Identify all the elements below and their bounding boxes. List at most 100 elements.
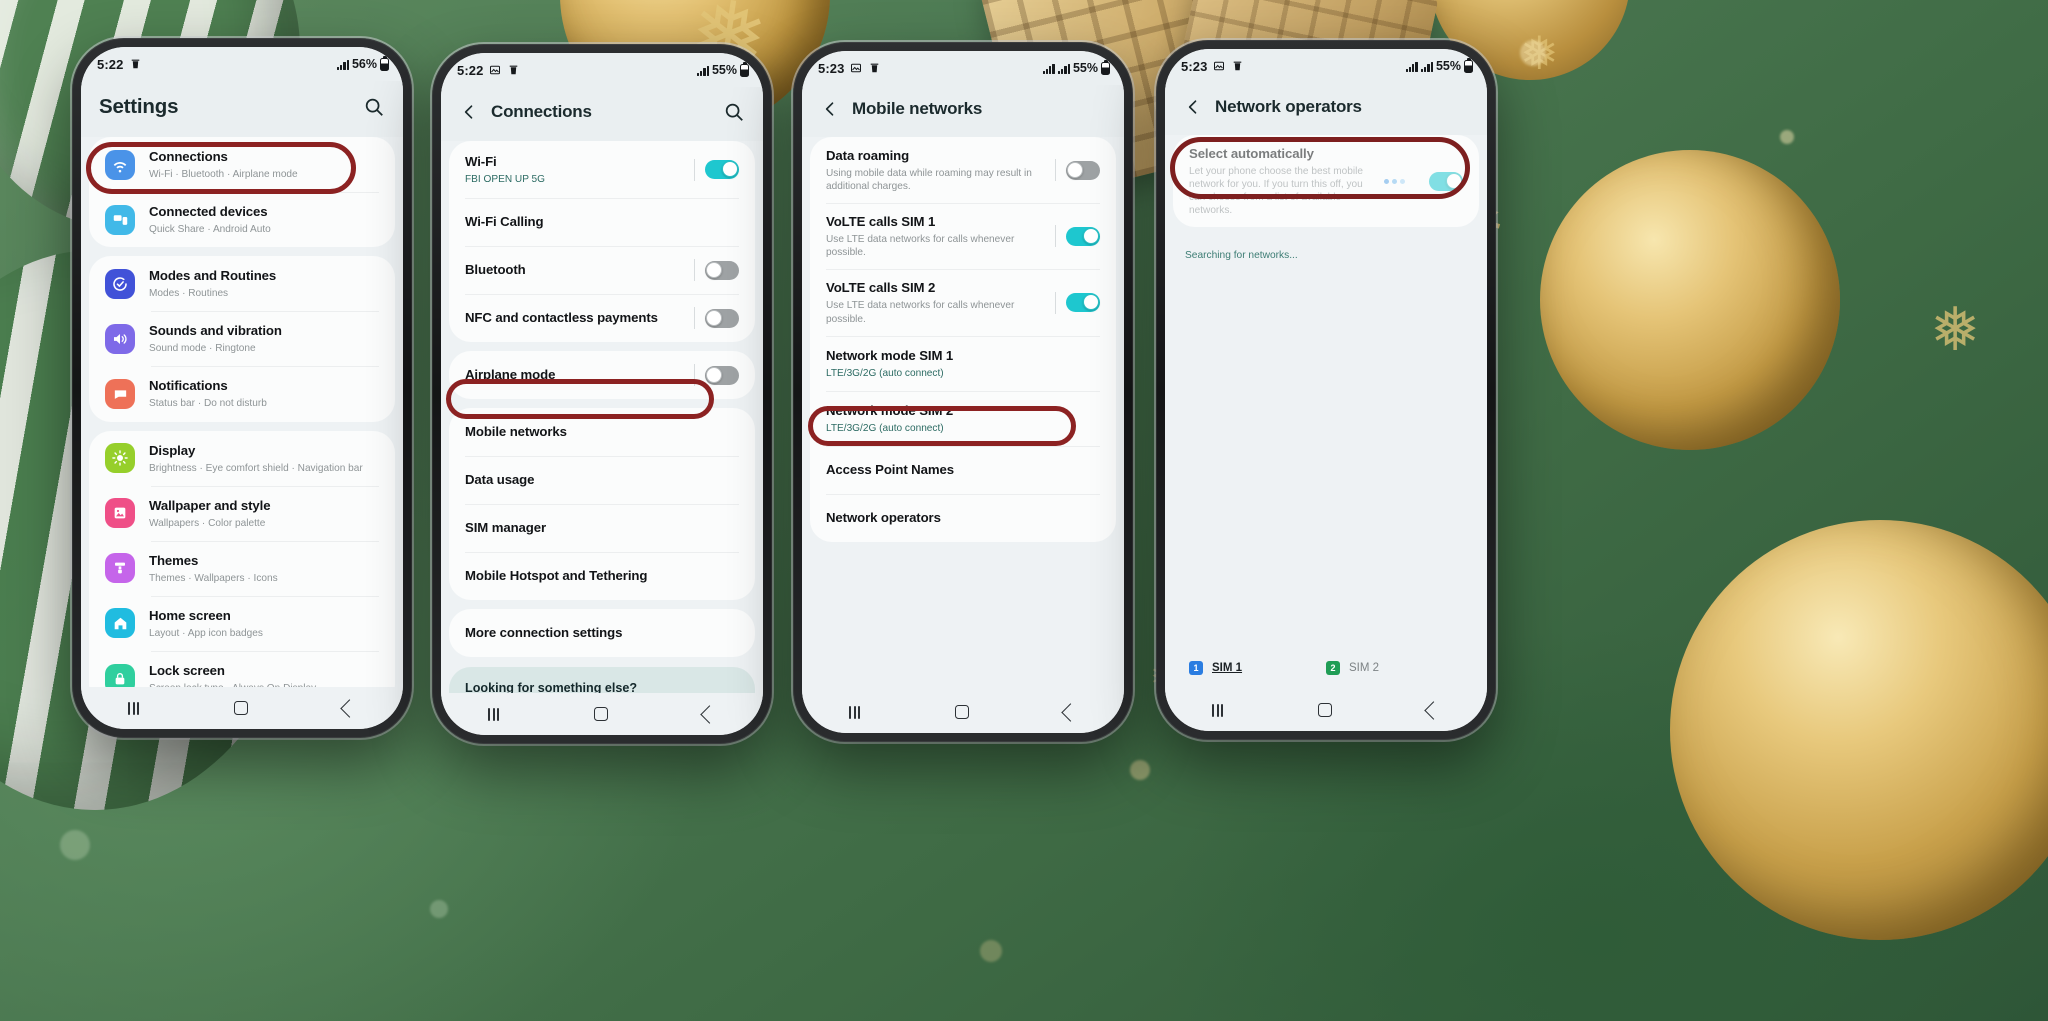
connections-list[interactable]: Wi-Fi FBI OPEN UP 5G Wi-Fi Calling Bluet… [441, 141, 763, 693]
home-icon[interactable] [593, 707, 608, 721]
back-icon[interactable] [339, 698, 359, 718]
list-item-nfc[interactable]: NFC and contactless payments [449, 294, 755, 342]
row-title: NFC and contactless payments [465, 310, 658, 326]
row-title: Themes [149, 552, 199, 568]
loading-spinner-icon [1384, 178, 1405, 184]
sim-2-indicator[interactable]: 2 SIM 2 [1326, 661, 1463, 675]
sidebar-item-home-screen[interactable]: Home screen Layout · App icon badges [89, 595, 395, 651]
divider [694, 259, 695, 282]
divider [1055, 291, 1056, 314]
recents-icon[interactable] [1212, 703, 1224, 717]
search-icon[interactable] [363, 96, 385, 118]
list-item-network-mode-sim2[interactable]: Network mode SIM 2 LTE/3G/2G (auto conne… [810, 390, 1116, 446]
settings-list[interactable]: Connections Wi-Fi · Bluetooth · Airplane… [81, 137, 403, 687]
row-title: Home screen [149, 607, 231, 623]
row-title: Display [149, 442, 196, 458]
phone-mobile-networks: 5:23 55% Mobile networks Data roaming Us… [791, 40, 1135, 744]
list-item-data-usage[interactable]: Data usage [449, 456, 755, 504]
sidebar-item-modes-and-routines[interactable]: Modes and Routines Modes · Routines [89, 256, 395, 311]
row-title: Bluetooth [465, 262, 526, 278]
home-icon[interactable] [1317, 703, 1332, 717]
sim-1-label: SIM 1 [1212, 662, 1243, 674]
list-item-mobile-hotspot[interactable]: Mobile Hotspot and Tethering [449, 552, 755, 600]
list-item-network-operators[interactable]: Network operators [810, 493, 1116, 542]
bokeh-dot [1520, 40, 1546, 66]
back-chevron-icon[interactable] [820, 99, 840, 119]
sidebar-item-notifications[interactable]: Notifications Status bar · Do not distur… [89, 366, 395, 421]
battery-icon [740, 61, 749, 77]
looking-for-something-else-panel: Looking for something else? Samsung Clou… [449, 667, 755, 693]
list-item-wifi-calling[interactable]: Wi-Fi Calling [449, 198, 755, 246]
row-title: Airplane mode [465, 367, 556, 383]
back-icon[interactable] [699, 704, 719, 724]
wallpaper-icon [105, 498, 135, 529]
lock-icon [105, 663, 135, 687]
battery-percent: 55% [1072, 61, 1098, 75]
list-item-volte-sim2[interactable]: VoLTE calls SIM 2 Use LTE data networks … [810, 269, 1116, 335]
phone-connections: 5:22 55% Connections Wi-Fi FBI OPEN UP 5… [430, 42, 774, 746]
sim-1-badge: 1 [1189, 661, 1203, 675]
list-item-airplane-mode[interactable]: Airplane mode [449, 351, 755, 399]
list-item-bluetooth[interactable]: Bluetooth [449, 246, 755, 294]
list-item-network-mode-sim1[interactable]: Network mode SIM 1 LTE/3G/2G (auto conne… [810, 335, 1116, 391]
status-time: 5:22 [457, 62, 484, 78]
volte-sim1-toggle[interactable] [1066, 226, 1100, 246]
sidebar-item-connected-devices[interactable]: Connected devices Quick Share · Android … [89, 192, 395, 247]
row-subtitle: LTE/3G/2G (auto connect) [826, 422, 944, 434]
sidebar-item-lock-screen[interactable]: Lock screen Screen lock type · Always On… [89, 650, 395, 687]
row-title: Modes and Routines [149, 268, 277, 284]
wifi-toggle[interactable] [705, 160, 739, 180]
recents-icon[interactable] [849, 705, 861, 719]
row-title: Wi-Fi [465, 154, 497, 169]
sounds-icon [105, 323, 135, 354]
back-chevron-icon[interactable] [459, 102, 479, 122]
list-item-volte-sim1[interactable]: VoLTE calls SIM 1 Use LTE data networks … [810, 203, 1116, 269]
volte-sim2-toggle[interactable] [1066, 293, 1100, 313]
sidebar-item-wallpaper-and-style[interactable]: Wallpaper and style Wallpapers · Color p… [89, 485, 395, 541]
gallery-icon [850, 62, 862, 74]
signal-bars-icon [336, 59, 349, 70]
sidebar-item-sounds-and-vibration[interactable]: Sounds and vibration Sound mode · Ringto… [89, 311, 395, 366]
nav-bar [1165, 689, 1487, 731]
battery-percent: 55% [1435, 59, 1461, 73]
row-title: Select automatically [1189, 146, 1314, 161]
back-icon[interactable] [1423, 700, 1443, 720]
list-item-sim-manager[interactable]: SIM manager [449, 504, 755, 552]
battery-percent: 55% [711, 63, 737, 77]
sidebar-item-themes[interactable]: Themes Themes · Wallpapers · Icons [89, 540, 395, 596]
home-icon[interactable] [233, 701, 248, 715]
sim-1-indicator[interactable]: 1 SIM 1 [1189, 661, 1326, 675]
row-title: Notifications [149, 378, 228, 394]
select-automatically-toggle[interactable] [1429, 171, 1463, 191]
sidebar-item-connections[interactable]: Connections Wi-Fi · Bluetooth · Airplane… [89, 137, 395, 192]
nfc-toggle[interactable] [705, 308, 739, 328]
sidebar-item-display[interactable]: Display Brightness · Eye comfort shield … [89, 431, 395, 486]
network-operators-list[interactable]: Select automatically Let your phone choo… [1165, 135, 1487, 689]
settings-group: Select automatically Let your phone choo… [1173, 135, 1479, 228]
list-item-select-automatically[interactable]: Select automatically Let your phone choo… [1173, 135, 1479, 227]
divider [1055, 225, 1056, 248]
back-icon[interactable] [1060, 702, 1080, 722]
row-title: Mobile Hotspot and Tethering [465, 568, 648, 584]
list-item-mobile-networks[interactable]: Mobile networks [449, 408, 755, 456]
app-bar: Settings [81, 81, 403, 137]
list-item-access-point-names[interactable]: Access Point Names [810, 445, 1116, 494]
list-item-more-connection-settings[interactable]: More connection settings [449, 609, 755, 657]
row-title: Access Point Names [826, 461, 954, 477]
search-icon[interactable] [723, 101, 745, 123]
status-time: 5:23 [1181, 58, 1208, 74]
list-item-data-roaming[interactable]: Data roaming Using mobile data while roa… [810, 137, 1116, 203]
settings-group: More connection settings [449, 609, 755, 658]
list-item-wifi[interactable]: Wi-Fi FBI OPEN UP 5G [449, 141, 755, 198]
home-icon[interactable] [954, 705, 969, 719]
bokeh-dot [60, 830, 90, 860]
mobile-networks-list[interactable]: Data roaming Using mobile data while roa… [802, 137, 1124, 691]
data-roaming-toggle[interactable] [1066, 160, 1100, 180]
airplane-mode-toggle[interactable] [705, 365, 739, 385]
back-chevron-icon[interactable] [1183, 97, 1203, 117]
bokeh-dot [980, 940, 1002, 962]
recents-icon[interactable] [128, 701, 140, 715]
bluetooth-toggle[interactable] [705, 260, 739, 280]
recents-icon[interactable] [488, 707, 500, 721]
gallery-icon [489, 64, 501, 76]
